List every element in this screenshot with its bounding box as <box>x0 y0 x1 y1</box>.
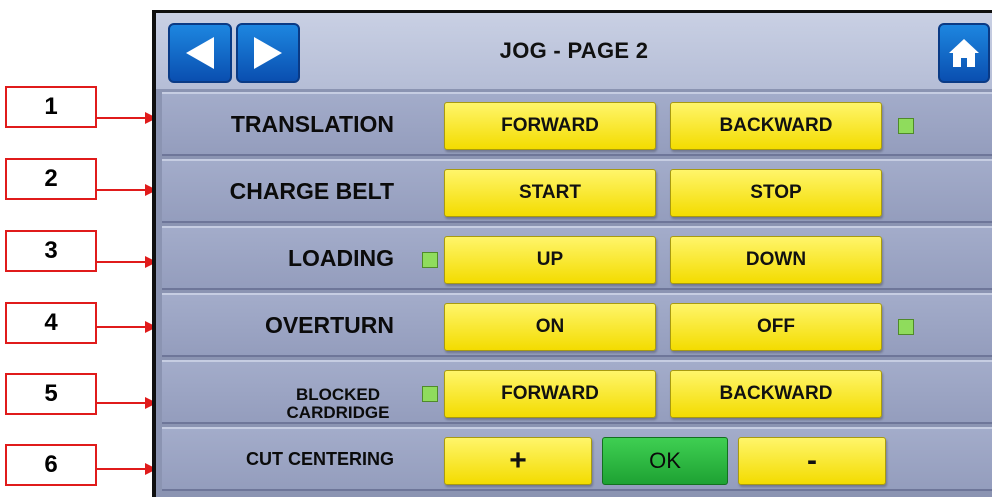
callout-2: 2 <box>5 158 97 200</box>
overturn-status-indicator <box>898 319 914 335</box>
row-label: BLOCKED CARDRIDGE <box>162 362 394 422</box>
loading-status-indicator <box>422 252 438 268</box>
callout-4: 4 <box>5 302 97 344</box>
callout-1: 1 <box>5 86 97 128</box>
charge-belt-stop-button[interactable]: STOP <box>670 169 882 217</box>
row-overturn: OVERTURN ON OFF <box>162 293 992 357</box>
next-page-button[interactable] <box>236 23 300 83</box>
screen-header: JOG - PAGE 2 <box>156 13 992 89</box>
row-label: LOADING <box>287 244 394 271</box>
row-label: CHARGE BELT <box>229 177 394 204</box>
translation-backward-button[interactable]: BACKWARD <box>670 102 882 150</box>
callout-arrow-3 <box>97 256 157 268</box>
home-button[interactable] <box>938 23 990 83</box>
callout-3: 3 <box>5 230 97 272</box>
row-cut-centering: CUT CENTERING + OK - <box>162 427 992 491</box>
cut-centering-minus-button[interactable]: - <box>738 437 886 485</box>
translation-forward-button[interactable]: FORWARD <box>444 102 656 150</box>
callout-5: 5 <box>5 373 97 415</box>
left-arrow-icon <box>186 37 214 69</box>
overturn-off-button[interactable]: OFF <box>670 303 882 351</box>
callout-arrow-2 <box>97 184 157 196</box>
callout-arrow-1 <box>97 112 157 124</box>
blocked-cardridge-backward-button[interactable]: BACKWARD <box>670 370 882 418</box>
callout-arrow-4 <box>97 321 157 333</box>
callout-arrow-5 <box>97 397 157 409</box>
right-arrow-icon <box>254 37 282 69</box>
callout-6: 6 <box>5 444 97 486</box>
callout-arrow-6 <box>97 463 157 475</box>
loading-up-button[interactable]: UP <box>444 236 656 284</box>
row-loading: LOADING UP DOWN <box>162 226 992 290</box>
cut-centering-plus-button[interactable]: + <box>444 437 592 485</box>
hmi-screen: JOG - PAGE 2 TRANSLATION FORWARD BACKWAR… <box>152 10 992 497</box>
loading-down-button[interactable]: DOWN <box>670 236 882 284</box>
cut-centering-ok-button[interactable]: OK <box>602 437 728 485</box>
previous-page-button[interactable] <box>168 23 232 83</box>
row-label-line-2: CARDRIDGE <box>286 403 390 422</box>
row-label: TRANSLATION <box>230 110 394 137</box>
row-charge-belt: CHARGE BELT START STOP <box>162 159 992 223</box>
home-icon <box>949 39 979 67</box>
blocked-cardridge-forward-button[interactable]: FORWARD <box>444 370 656 418</box>
translation-status-indicator <box>898 118 914 134</box>
charge-belt-start-button[interactable]: START <box>444 169 656 217</box>
row-blocked-cardridge: BLOCKED CARDRIDGE FORWARD BACKWARD <box>162 360 992 424</box>
row-label: CUT CENTERING <box>246 448 394 469</box>
overturn-on-button[interactable]: ON <box>444 303 656 351</box>
row-label: OVERTURN <box>264 311 394 338</box>
row-translation: TRANSLATION FORWARD BACKWARD <box>162 92 992 156</box>
blocked-cardridge-status-indicator <box>422 386 438 402</box>
row-label-line-1: BLOCKED <box>295 385 381 404</box>
